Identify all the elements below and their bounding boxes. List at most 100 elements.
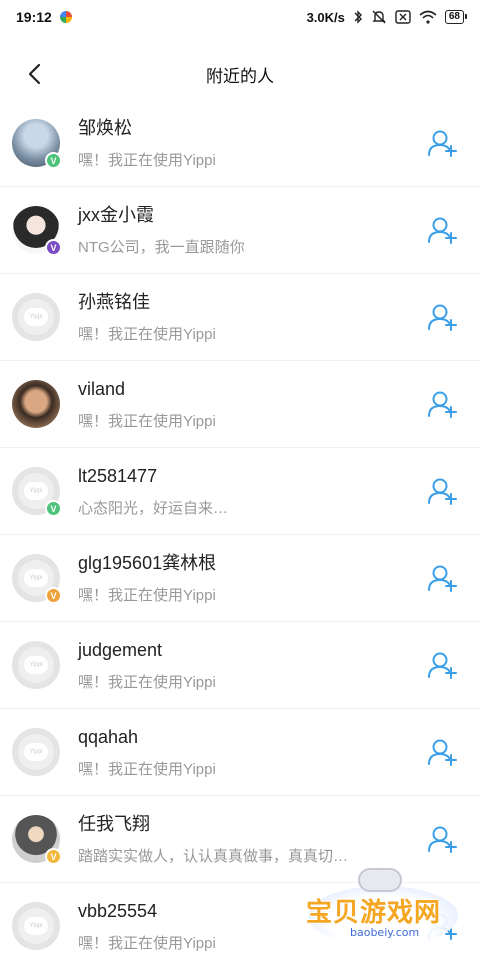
user-info: jxx金小霞 NTG公司，我一直跟随你 (78, 203, 398, 259)
user-name: judgement (78, 640, 163, 660)
list-item[interactable]: Yippi qqahah 嘿！我正在使用Yippi (0, 709, 480, 796)
add-friend-button[interactable] (426, 302, 462, 332)
user-name: jxx金小霞 (78, 205, 154, 225)
verified-badge-icon: V (45, 152, 62, 169)
back-button[interactable] (18, 58, 50, 90)
user-name: vbb25554 (78, 901, 158, 921)
avatar[interactable]: Yippi (12, 641, 60, 689)
status-time: 19:12 (16, 9, 52, 25)
avatar-wrapper: V (12, 815, 62, 865)
user-info: viland 嘿！我正在使用Yippi (78, 377, 398, 433)
verified-badge-icon: V (45, 848, 62, 865)
yippi-placeholder-icon: Yippi (24, 917, 48, 935)
verified-badge-icon: V (45, 587, 62, 604)
list-item[interactable]: Yippi 孙燕铭佳 嘿！我正在使用Yippi (0, 274, 480, 361)
app-notification-icon (59, 11, 72, 23)
add-friend-button[interactable] (426, 737, 462, 767)
battery-indicator: 68 (444, 10, 468, 24)
user-info: 孙燕铭佳 嘿！我正在使用Yippi (78, 290, 398, 346)
add-user-icon (428, 391, 457, 418)
avatar[interactable]: Yippi (12, 902, 60, 950)
add-user-icon (428, 652, 457, 679)
wifi-icon (419, 9, 437, 25)
list-item[interactable]: Yippi judgement 嘿！我正在使用Yippi (0, 622, 480, 709)
yippi-placeholder-icon: Yippi (24, 656, 48, 674)
user-name: glg195601龚林根 (78, 553, 217, 573)
add-friend-button[interactable] (426, 824, 462, 854)
avatar-wrapper: Yippi V (12, 554, 62, 604)
verified-badge-icon: V (45, 239, 62, 256)
user-info: 邹焕松 嘿！我正在使用Yippi (78, 116, 398, 172)
chevron-left-icon (28, 63, 41, 85)
user-status: 嘿！我正在使用Yippi (78, 935, 216, 952)
user-status: 嘿！我正在使用Yippi (78, 413, 216, 430)
add-user-icon (428, 565, 457, 592)
user-status: NTG公司，我一直跟随你 (78, 239, 245, 256)
user-name: 邹焕松 (78, 118, 132, 138)
user-status: 嘿！我正在使用Yippi (78, 761, 216, 778)
add-friend-button[interactable] (426, 911, 462, 941)
avatar[interactable] (12, 380, 60, 428)
avatar[interactable]: Yippi (12, 293, 60, 341)
add-user-icon (428, 739, 457, 766)
list-item[interactable]: Yippi V glg195601龚林根 嘿！我正在使用Yippi (0, 535, 480, 622)
add-friend-button[interactable] (426, 128, 462, 158)
user-info: qqahah 嘿！我正在使用Yippi (78, 725, 398, 781)
add-user-icon (428, 913, 457, 940)
add-user-icon (428, 130, 457, 157)
avatar-wrapper: Yippi V (12, 467, 62, 517)
avatar-wrapper: V (12, 119, 62, 169)
status-left: 19:12 (16, 9, 72, 25)
user-status: 嘿！我正在使用Yippi (78, 587, 216, 604)
avatar-wrapper: Yippi (12, 293, 60, 341)
page-title: 附近的人 (206, 66, 274, 86)
yippi-placeholder-icon: Yippi (24, 482, 48, 500)
add-user-icon (428, 304, 457, 331)
avatar-wrapper: Yippi (12, 902, 60, 950)
add-user-icon (428, 217, 457, 244)
user-info: lt2581477 心态阳光，好运自来… (78, 464, 398, 520)
list-item[interactable]: Yippi V lt2581477 心态阳光，好运自来… (0, 448, 480, 535)
user-name: lt2581477 (78, 466, 158, 486)
user-status: 嘿！我正在使用Yippi (78, 674, 216, 691)
avatar-wrapper: V (12, 206, 62, 256)
user-status: 踏踏实实做人，认认真真做事，真真切… (78, 848, 349, 865)
user-name: qqahah (78, 727, 139, 747)
user-info: 任我飞翔 踏踏实实做人，认认真真做事，真真切… (78, 812, 398, 868)
user-info: vbb25554 嘿！我正在使用Yippi (78, 899, 398, 955)
add-friend-button[interactable] (426, 476, 462, 506)
status-bar: 19:12 3.0K/s 68 (0, 0, 480, 34)
sim-off-icon (395, 9, 411, 25)
bluetooth-icon (353, 9, 363, 25)
user-info: glg195601龚林根 嘿！我正在使用Yippi (78, 551, 398, 607)
avatar-wrapper: Yippi (12, 728, 60, 776)
list-item[interactable]: V 任我飞翔 踏踏实实做人，认认真真做事，真真切… (0, 796, 480, 883)
add-user-icon (428, 826, 457, 853)
yippi-placeholder-icon: Yippi (24, 743, 48, 761)
add-friend-button[interactable] (426, 215, 462, 245)
yippi-placeholder-icon: Yippi (24, 569, 48, 587)
add-friend-button[interactable] (426, 650, 462, 680)
list-item[interactable]: V 邹焕松 嘿！我正在使用Yippi (0, 100, 480, 187)
user-status: 嘿！我正在使用Yippi (78, 326, 216, 343)
status-right: 3.0K/s 68 (306, 9, 468, 25)
list-item[interactable]: Yippi vbb25554 嘿！我正在使用Yippi (0, 883, 480, 960)
user-status: 心态阳光，好运自来… (78, 500, 229, 517)
add-user-icon (428, 478, 457, 505)
list-item[interactable]: V jxx金小霞 NTG公司，我一直跟随你 (0, 187, 480, 274)
user-name: viland (78, 379, 126, 399)
network-speed: 3.0K/s (306, 9, 345, 25)
avatar-wrapper: Yippi (12, 641, 60, 689)
verified-badge-icon: V (45, 500, 62, 517)
avatar[interactable]: Yippi (12, 728, 60, 776)
add-friend-button[interactable] (426, 563, 462, 593)
add-friend-button[interactable] (426, 389, 462, 419)
user-status: 嘿！我正在使用Yippi (78, 152, 216, 169)
user-info: judgement 嘿！我正在使用Yippi (78, 638, 398, 694)
avatar-wrapper (12, 380, 60, 428)
nearby-people-list: V 邹焕松 嘿！我正在使用Yippi V jxx金小霞 NTG公司，我一直跟随你 (0, 100, 480, 960)
yippi-placeholder-icon: Yippi (24, 308, 48, 326)
list-item[interactable]: viland 嘿！我正在使用Yippi (0, 361, 480, 448)
nav-bar: 附近的人 (0, 44, 480, 104)
mute-bell-icon (371, 9, 387, 25)
